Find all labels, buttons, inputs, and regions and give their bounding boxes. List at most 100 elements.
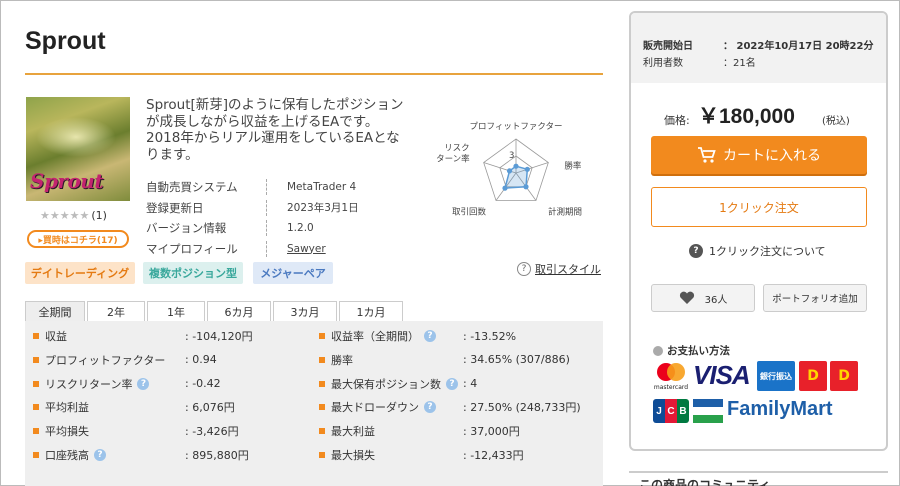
tax-note: (税込) bbox=[822, 116, 850, 127]
payment-methods-label: お支払い方法 bbox=[667, 345, 730, 357]
stat-value: : 37,000円 bbox=[463, 425, 520, 439]
bullet-square bbox=[33, 356, 39, 363]
radar-point bbox=[506, 168, 513, 174]
stat-label: リスクリターン率 bbox=[45, 377, 133, 391]
stat-value: : -104,120円 bbox=[185, 330, 253, 343]
add-to-cart-button[interactable]: カートに入れる bbox=[651, 136, 867, 174]
radar-chart-svg: 3 プロフィットファクター勝率計測期間 取引回数 リスクターン率 bbox=[436, 122, 582, 218]
stat-label-row: 最大損失 bbox=[319, 444, 375, 466]
stat-value: : 34.65% (307/886) bbox=[463, 353, 570, 367]
stat-label: 最大損失 bbox=[331, 449, 375, 462]
stat-label-row: 勝率 bbox=[319, 349, 353, 371]
trade-style-link[interactable]: ? 取引スタイル bbox=[517, 261, 601, 277]
stats-table: 収益 : -104,120円プロフィットファクター : 0.94 リスクリターン率?:… bbox=[25, 321, 603, 486]
image-highlight bbox=[36, 117, 116, 157]
radar-point bbox=[513, 163, 519, 169]
tab-3-months[interactable]: 3カ月 bbox=[273, 301, 337, 322]
stat-label: 勝率 bbox=[331, 353, 353, 367]
add-to-cart-label: カートに入れる bbox=[723, 148, 821, 164]
price-label: 価格: bbox=[664, 114, 690, 127]
stat-label-row: 平均利益 bbox=[33, 396, 89, 418]
stat-label-row: プロフィットファクター bbox=[33, 349, 165, 371]
title-divider bbox=[25, 73, 603, 75]
help-icon[interactable]: ? bbox=[137, 377, 150, 390]
one-click-about-label: 1クリック注文について bbox=[709, 245, 826, 258]
question-icon: ? bbox=[517, 262, 531, 276]
jcb-logo: J C B bbox=[653, 399, 689, 423]
help-icon[interactable]: ? bbox=[94, 449, 106, 461]
stat-value: : -0.42 bbox=[185, 377, 221, 391]
radar-point bbox=[524, 166, 530, 172]
stat-label-row: 口座残高? bbox=[33, 444, 106, 466]
visa-logo: VISA bbox=[693, 360, 751, 390]
tab-1-month[interactable]: 1カ月 bbox=[339, 301, 403, 322]
stat-label-row: 収益率（全期間）? bbox=[319, 325, 436, 347]
stat-label: 最大保有ポジション数 bbox=[331, 377, 441, 391]
trade-style-label: 取引スタイル bbox=[535, 263, 601, 276]
stat-label: 最大ドローダウン bbox=[331, 401, 419, 415]
help-icon[interactable]: ? bbox=[424, 401, 436, 414]
star-icon: ★★★★★ bbox=[40, 209, 90, 222]
add-portfolio-button[interactable]: ポートフォリオ追加 bbox=[763, 284, 867, 312]
release-date-value: ： 2022年10月17日 20時22分 bbox=[723, 41, 874, 52]
bullet-square bbox=[319, 404, 325, 411]
stat-label-row: 収益 bbox=[33, 325, 67, 347]
tab-2-years[interactable]: 2年 bbox=[87, 301, 145, 322]
stat-label: 最大利益 bbox=[331, 425, 375, 439]
radar-label: 勝率 bbox=[564, 160, 582, 171]
stat-label-row: 最大利益 bbox=[319, 420, 375, 442]
bullet-square bbox=[319, 452, 325, 458]
stat-value: : 4 bbox=[463, 377, 478, 391]
stat-value: : -3,426円 bbox=[185, 425, 239, 439]
bullet-square bbox=[319, 333, 325, 339]
question-icon: ? bbox=[689, 244, 703, 258]
radar-scale-label: 3 bbox=[509, 151, 514, 161]
bullet-square bbox=[319, 428, 325, 435]
coin-icon bbox=[653, 345, 663, 356]
info-key: バージョン情報 bbox=[146, 221, 227, 236]
mastercard-logo: mastercard bbox=[654, 363, 688, 391]
payment-methods-title: お支払い方法 bbox=[653, 343, 730, 358]
period-tabs: 全期間 2年 1年 6カ月 3カ月 1カ月 bbox=[25, 301, 405, 322]
familymart-icon bbox=[693, 399, 723, 423]
buyer-review-button[interactable]: ▸買時はコチラ(17) bbox=[27, 230, 129, 248]
stat-label: 平均損失 bbox=[45, 425, 89, 439]
product-image[interactable]: Sprout bbox=[26, 97, 130, 201]
help-icon[interactable]: ? bbox=[424, 330, 436, 342]
tab-all-period[interactable]: 全期間 bbox=[25, 301, 85, 322]
info-value: MetaTrader 4 bbox=[287, 181, 357, 194]
info-value: 2023年3月1日 bbox=[287, 202, 359, 215]
one-click-order-button[interactable]: 1クリック注文 bbox=[651, 187, 867, 227]
stat-value: : 0.94 bbox=[185, 353, 217, 367]
cart-icon bbox=[698, 147, 716, 163]
tab-6-months[interactable]: 6カ月 bbox=[207, 301, 271, 322]
bullet-square bbox=[33, 452, 39, 458]
info-separator bbox=[266, 220, 267, 237]
info-row: 自動売買システム MetaTrader 4 bbox=[146, 177, 359, 198]
stat-label: 口座残高 bbox=[45, 449, 89, 462]
rating-count: (1) bbox=[91, 209, 107, 222]
bullet-square bbox=[33, 428, 39, 435]
heart-icon bbox=[679, 291, 694, 304]
stat-label-row: 最大保有ポジション数? bbox=[319, 373, 458, 395]
d-payment-logo: D bbox=[799, 361, 827, 391]
radar-chart: 3 プロフィットファクター 勝率 計測期間 取引回数 リスクターン率 bbox=[419, 113, 609, 223]
radar-label: 取引回数 bbox=[452, 207, 487, 218]
tag-day-trading[interactable]: デイトレーディング bbox=[25, 262, 135, 284]
product-image-logo: Sprout bbox=[30, 169, 104, 193]
tab-1-year[interactable]: 1年 bbox=[147, 301, 205, 322]
profile-link[interactable]: Sawyer bbox=[287, 243, 326, 255]
like-button[interactable]: 36人 bbox=[651, 284, 755, 312]
stat-value: : -13.52% bbox=[463, 329, 517, 343]
stat-label: 収益率（全期間） bbox=[331, 330, 419, 343]
help-icon[interactable]: ? bbox=[446, 377, 458, 390]
bullet-square bbox=[33, 380, 39, 387]
rating-stars[interactable]: ★★★★★ (1) bbox=[40, 209, 107, 222]
tag-multi-position[interactable]: 複数ポジション型 bbox=[143, 262, 243, 284]
tag-major-pair[interactable]: メジャーペア bbox=[253, 262, 333, 284]
community-section-title: この商品のコミュニティ bbox=[629, 471, 888, 486]
radar-label: リスクターン率 bbox=[436, 143, 470, 164]
info-separator bbox=[266, 199, 267, 216]
one-click-about-link[interactable]: ? 1クリック注文について bbox=[689, 243, 826, 259]
users-label: 利用者数 bbox=[643, 58, 683, 69]
